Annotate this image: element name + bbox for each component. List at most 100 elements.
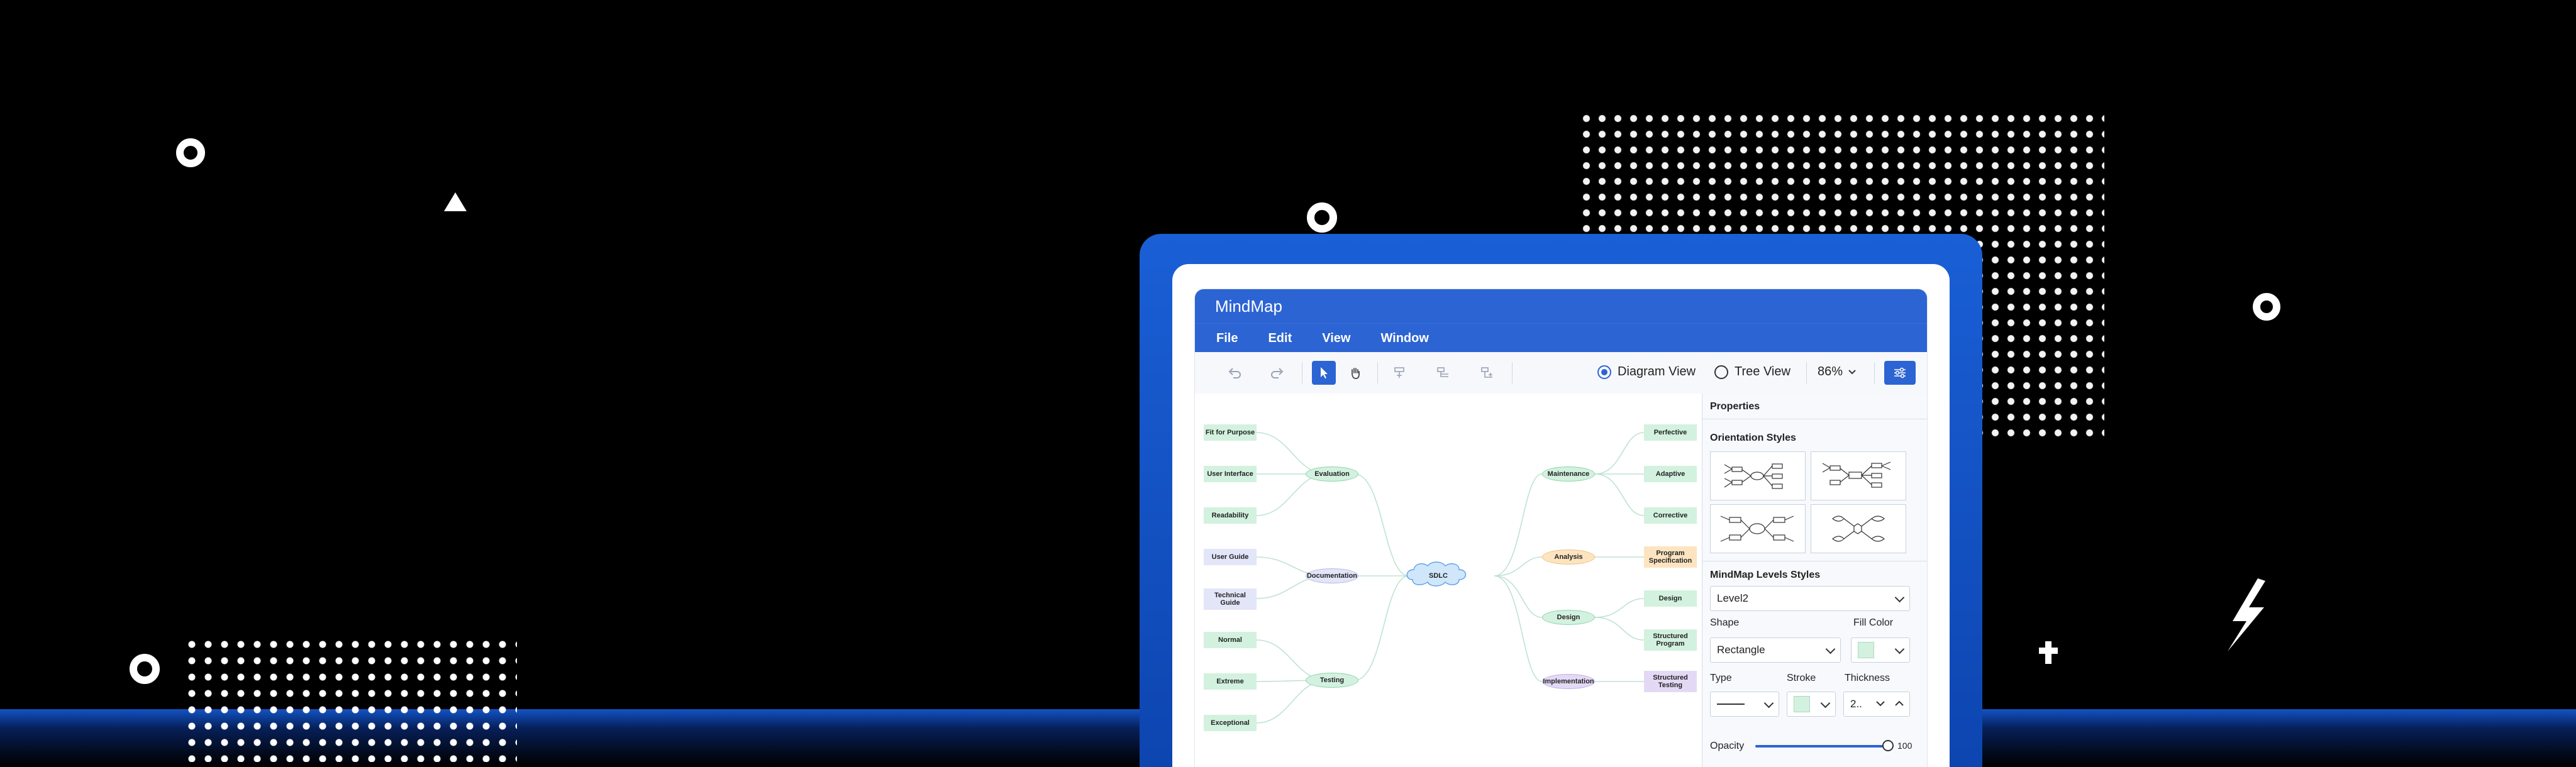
leaf-node[interactable]: Extreme xyxy=(1204,673,1257,690)
properties-title: Properties xyxy=(1710,401,1760,412)
branch-node-maintenance[interactable]: Maintenance xyxy=(1542,466,1595,482)
orientation-option-radial[interactable] xyxy=(1811,504,1906,553)
menu-view[interactable]: View xyxy=(1322,331,1350,346)
orientation-option-left-right[interactable] xyxy=(1710,451,1806,500)
leaf-node[interactable]: Structured Testing xyxy=(1644,671,1697,692)
shape-select-value: Rectangle xyxy=(1717,644,1765,656)
sliders-icon xyxy=(1894,367,1906,378)
leaf-node[interactable]: Corrective xyxy=(1644,507,1697,524)
diagram-view-label: Diagram View xyxy=(1618,365,1696,378)
branch-node-design[interactable]: Design xyxy=(1542,610,1595,625)
fill-color-picker[interactable] xyxy=(1851,637,1910,663)
zoom-value: 86% xyxy=(1818,365,1843,378)
chevron-down-icon xyxy=(1825,644,1836,654)
leaf-node[interactable]: User Interface xyxy=(1204,466,1257,482)
orientation-option-right[interactable] xyxy=(1811,451,1906,500)
radio-unselected-icon xyxy=(1714,365,1728,379)
branch-node-evaluation[interactable]: Evaluation xyxy=(1306,466,1358,482)
type-label: Type xyxy=(1710,673,1732,683)
menu-edit[interactable]: Edit xyxy=(1268,331,1292,346)
undo-button[interactable] xyxy=(1223,361,1246,385)
chevron-down-icon xyxy=(1820,698,1831,709)
radio-selected-icon xyxy=(1597,365,1611,379)
stroke-label: Stroke xyxy=(1787,673,1816,683)
thickness-label: Thickness xyxy=(1845,673,1890,683)
decorative-plus-icon xyxy=(2045,641,2051,664)
shape-select[interactable]: Rectangle xyxy=(1710,637,1841,663)
mindmap-layout-icon xyxy=(1724,463,1783,489)
leaf-node[interactable]: Technical Guide xyxy=(1204,588,1257,610)
leaf-node[interactable]: Exceptional xyxy=(1204,715,1257,731)
properties-toggle-button[interactable] xyxy=(1884,361,1916,385)
diagram-view-option[interactable]: Diagram View xyxy=(1597,365,1696,379)
stroke-color-swatch xyxy=(1794,696,1810,712)
leaf-node[interactable]: Structured Program xyxy=(1644,629,1697,651)
line-type-select[interactable] xyxy=(1710,692,1779,717)
chevron-down-icon xyxy=(1894,644,1905,654)
branch-node-testing[interactable]: Testing xyxy=(1306,673,1358,688)
diagram-canvas[interactable]: SDLC Evaluation Documentation Testing Fi… xyxy=(1195,394,1702,767)
decorative-lightning-icon xyxy=(2228,578,2265,651)
opacity-label: Opacity xyxy=(1710,741,1745,751)
leaf-node[interactable]: Normal xyxy=(1204,632,1257,648)
root-node[interactable]: SDLC xyxy=(1413,568,1464,583)
levels-styles-title: MindMap Levels Styles xyxy=(1710,570,1821,580)
app-title: MindMap xyxy=(1195,289,1927,323)
decorative-triangle-icon xyxy=(444,192,467,211)
branch-node-analysis[interactable]: Analysis xyxy=(1542,549,1595,565)
tree-view-option[interactable]: Tree View xyxy=(1714,365,1790,379)
pointer-icon xyxy=(1321,367,1328,378)
add-sibling-button[interactable] xyxy=(1475,361,1499,385)
undo-icon xyxy=(1228,368,1241,378)
mindmap-layout-icon xyxy=(1822,461,1891,488)
shape-label: Shape xyxy=(1710,617,1740,628)
menu-file[interactable]: File xyxy=(1216,331,1238,346)
mindmap-layout-icon xyxy=(1720,516,1794,542)
decorative-dot-grid xyxy=(184,636,517,762)
level-select-value: Level2 xyxy=(1717,592,1749,604)
leaf-node[interactable]: Design xyxy=(1644,590,1697,607)
decorative-ring-icon xyxy=(130,654,160,684)
mindmap-app-window: MindMap File Edit View Window Diagram Vi… xyxy=(1195,289,1927,767)
redo-button[interactable] xyxy=(1265,361,1289,385)
add-topic-icon xyxy=(1394,367,1404,378)
orientation-styles-title: Orientation Styles xyxy=(1710,433,1796,443)
leaf-node[interactable]: User Guide xyxy=(1204,549,1257,565)
zoom-dropdown[interactable]: 86% xyxy=(1818,365,1857,379)
opacity-slider-track[interactable] xyxy=(1755,745,1887,748)
laptop-screen: MindMap File Edit View Window Diagram Vi… xyxy=(1172,264,1950,767)
chevron-down-icon[interactable] xyxy=(1875,700,1885,707)
opacity-slider-handle[interactable] xyxy=(1882,740,1894,751)
stroke-color-picker[interactable] xyxy=(1787,692,1836,717)
solid-line-icon xyxy=(1717,704,1745,705)
thickness-stepper[interactable]: 2.. xyxy=(1843,692,1910,717)
opacity-value: 100 xyxy=(1897,741,1913,751)
branch-node-documentation[interactable]: Documentation xyxy=(1306,568,1358,583)
chevron-up-icon[interactable] xyxy=(1894,700,1904,707)
fill-color-swatch xyxy=(1858,642,1874,658)
properties-panel: Properties Orientation Styles MindMap Le… xyxy=(1702,394,1927,767)
level-select[interactable]: Level2 xyxy=(1710,586,1910,611)
leaf-node[interactable]: Fit for Purpose xyxy=(1204,424,1257,441)
leaf-node[interactable]: Readability xyxy=(1204,507,1257,524)
add-topic-button[interactable] xyxy=(1387,361,1411,385)
pan-tool-button[interactable] xyxy=(1343,361,1367,385)
orientation-option-tree[interactable] xyxy=(1710,504,1806,553)
fill-color-label: Fill Color xyxy=(1853,617,1894,628)
toolbar: Diagram View Tree View 86% xyxy=(1195,352,1927,394)
select-tool-button[interactable] xyxy=(1312,361,1336,385)
menu-window[interactable]: Window xyxy=(1380,331,1428,346)
branch-node-implementation[interactable]: Implementation xyxy=(1542,674,1595,689)
leaf-node[interactable]: Adaptive xyxy=(1644,466,1697,482)
add-child-icon xyxy=(1437,367,1448,377)
leaf-node[interactable]: Program Specification xyxy=(1644,546,1697,568)
mindmap-layout-icon xyxy=(1832,516,1885,542)
chevron-down-icon xyxy=(1894,592,1905,603)
leaf-node[interactable]: Perfective xyxy=(1644,424,1697,441)
thickness-value: 2.. xyxy=(1850,698,1862,710)
add-child-button[interactable] xyxy=(1431,361,1455,385)
tree-view-label: Tree View xyxy=(1735,365,1790,378)
redo-icon xyxy=(1271,368,1284,378)
menu-bar: File Edit View Window xyxy=(1195,323,1927,353)
chevron-down-icon xyxy=(1848,369,1856,374)
